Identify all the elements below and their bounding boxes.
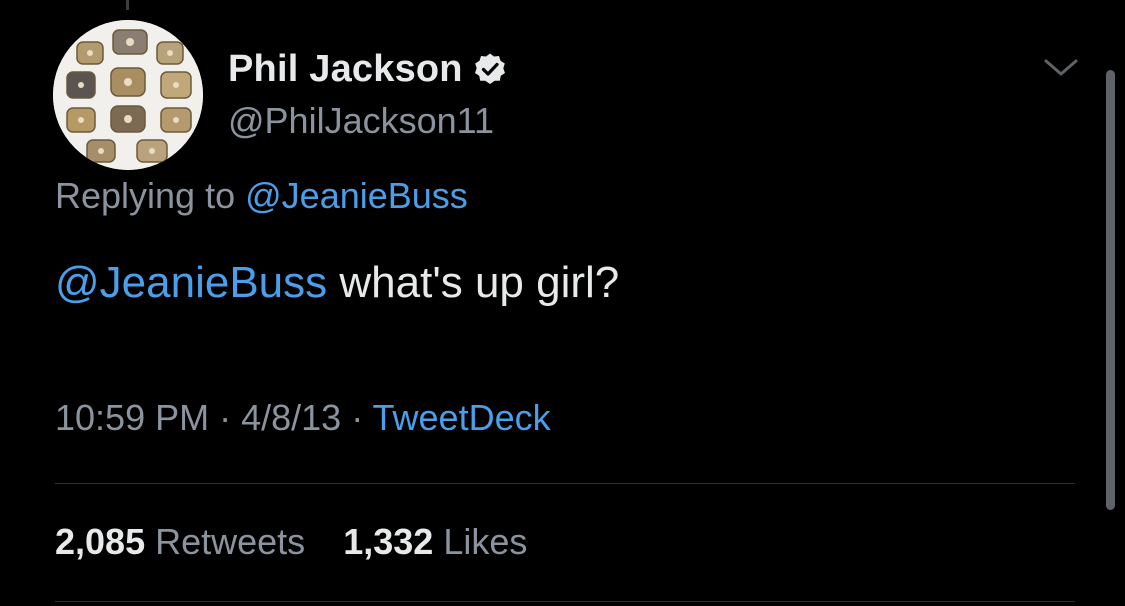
likes-count: 1,332 — [343, 521, 434, 562]
tweet-detail: Phil Jackson @PhilJackson11 Replying to … — [0, 0, 1125, 606]
display-name[interactable]: Phil Jackson — [228, 48, 463, 91]
reply-context-prefix: Replying to — [55, 175, 236, 216]
championship-rings-avatar-icon — [53, 20, 203, 170]
retweets-stat[interactable]: 2,085 Retweets — [55, 521, 305, 562]
likes-label: Likes — [443, 521, 528, 562]
author-handle[interactable]: @PhilJackson11 — [228, 100, 494, 142]
author-name-row[interactable]: Phil Jackson — [228, 46, 507, 92]
tweet-mention-link[interactable]: @JeanieBuss — [55, 258, 327, 307]
reply-context: Replying to @JeanieBuss — [55, 175, 468, 217]
scrollbar[interactable] — [1106, 70, 1115, 510]
tweet-body: what's up girl? — [327, 258, 620, 307]
divider — [55, 483, 1075, 484]
retweets-count: 2,085 — [55, 521, 146, 562]
retweets-label: Retweets — [155, 521, 306, 562]
chevron-down-icon[interactable] — [1040, 52, 1082, 82]
likes-stat[interactable]: 1,332 Likes — [343, 521, 527, 562]
meta-separator: · — [209, 397, 242, 438]
meta-separator: · — [341, 397, 373, 438]
reply-mention-link[interactable]: @JeanieBuss — [245, 175, 468, 216]
tweet-meta: 10:59 PM · 4/8/13 · TweetDeck — [55, 397, 551, 439]
tweet-time[interactable]: 10:59 PM — [55, 397, 209, 438]
thread-connector — [126, 0, 129, 10]
tweet-source-link[interactable]: TweetDeck — [373, 397, 551, 438]
tweet-date[interactable]: 4/8/13 — [241, 397, 341, 438]
tweet-text: @JeanieBuss what's up girl? — [55, 258, 619, 308]
tweet-stats: 2,085 Retweets 1,332 Likes — [55, 521, 527, 563]
avatar[interactable] — [53, 20, 203, 170]
divider — [55, 601, 1075, 602]
verified-badge-icon — [473, 52, 507, 86]
